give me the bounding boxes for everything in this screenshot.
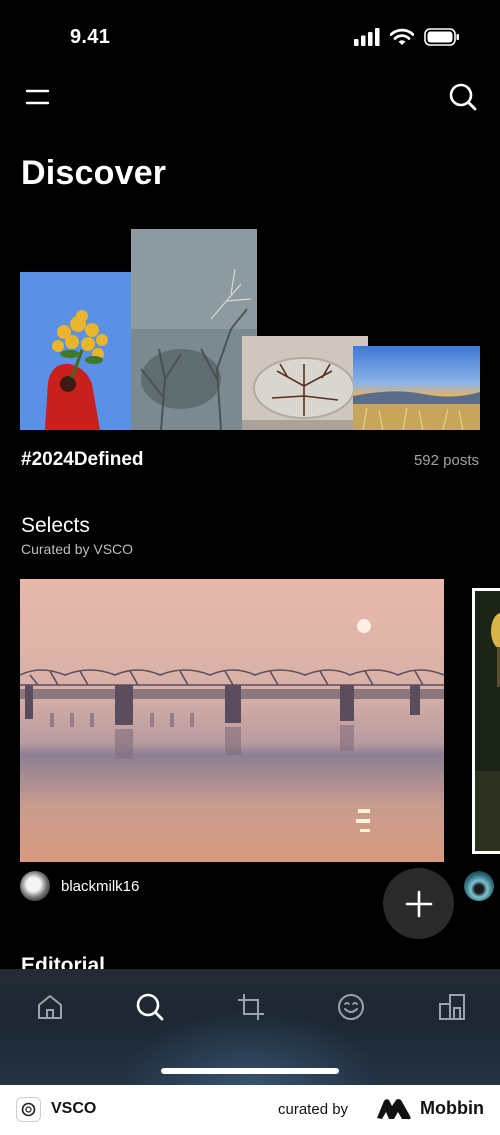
search-icon	[449, 83, 477, 111]
footer-brand: Mobbin	[420, 1098, 484, 1118]
author-avatar[interactable]	[20, 871, 50, 901]
vsco-app-icon	[16, 1097, 41, 1122]
collage-photo-reflection[interactable]	[242, 336, 368, 430]
home-icon	[38, 995, 62, 1019]
select-photo-next-peek[interactable]	[472, 588, 500, 854]
cellular-signal-icon	[354, 28, 380, 46]
collage-photo-trees[interactable]	[131, 229, 257, 430]
mobbin-logo-icon	[377, 1099, 411, 1120]
featured-tag-post-count: 592 posts	[413, 452, 479, 469]
featured-collage[interactable]	[20, 229, 480, 430]
select-author[interactable]: blackmilk16	[20, 871, 139, 901]
battery-icon	[424, 28, 459, 46]
tab-discover[interactable]	[128, 985, 172, 1029]
profile-grid-icon	[439, 994, 465, 1020]
featured-tag-title[interactable]: #2024Defined	[21, 449, 144, 471]
bottom-tab-bar	[0, 969, 500, 1085]
tab-studio[interactable]	[229, 985, 273, 1029]
tab-profile[interactable]	[430, 985, 474, 1029]
footer-curated-by: curated by	[278, 1101, 349, 1118]
status-time: 9.41	[70, 26, 111, 48]
search-button[interactable]	[446, 80, 480, 114]
selects-subtitle: Curated by VSCO	[21, 541, 134, 557]
wifi-icon	[390, 28, 414, 45]
menu-button[interactable]	[20, 80, 54, 114]
footer-bar: VSCO curated by Mobbin	[0, 1085, 500, 1135]
smiley-icon	[338, 994, 364, 1020]
status-icons	[354, 28, 460, 46]
page-title: Discover	[21, 154, 167, 192]
footer-app-name: VSCO	[51, 1100, 97, 1117]
crop-icon	[238, 994, 264, 1020]
next-author-avatar[interactable]	[464, 871, 494, 901]
selects-title: Selects	[21, 514, 90, 537]
plus-icon	[405, 890, 432, 917]
tab-home[interactable]	[28, 985, 72, 1029]
menu-icon	[25, 89, 50, 105]
collage-photo-flowers[interactable]	[20, 272, 146, 430]
home-indicator[interactable]	[161, 1068, 339, 1074]
search-icon	[136, 993, 164, 1021]
collage-photo-sunset[interactable]	[353, 346, 480, 430]
select-photo-bridge[interactable]	[20, 579, 444, 862]
author-username[interactable]: blackmilk16	[61, 878, 139, 895]
tab-spaces[interactable]	[329, 985, 373, 1029]
create-post-button[interactable]	[383, 868, 454, 939]
